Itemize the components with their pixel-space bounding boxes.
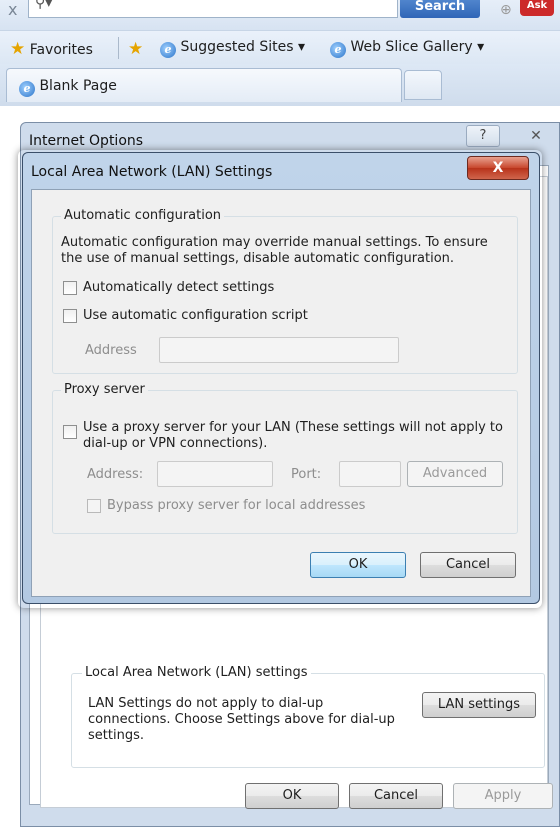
- proxy-address-label: Address:: [87, 467, 144, 482]
- favorites-bar: ★ Favorites ★ e Suggested Sites ▾ e Web …: [0, 30, 560, 64]
- toolbar-divider: [118, 37, 119, 59]
- search-toolbar: x ⚲▾ Search ⊕ Ask: [0, 0, 560, 30]
- ie-page-icon: e: [160, 42, 176, 58]
- close-icon[interactable]: ✕: [519, 125, 553, 147]
- dialog-title: Internet Options: [29, 133, 144, 149]
- group-legend: Proxy server: [61, 382, 148, 397]
- script-address-input[interactable]: [159, 337, 399, 363]
- pin-icon[interactable]: ⊕: [500, 2, 512, 18]
- cancel-button[interactable]: Cancel: [420, 552, 516, 578]
- checkbox-label: Use a proxy server for your LAN (These s…: [83, 420, 503, 451]
- checkbox-label: Bypass proxy server for local addresses: [107, 498, 366, 513]
- auto-config-description: Automatic configuration may override man…: [61, 235, 488, 266]
- proxy-server-group: Proxy server Use a proxy server for your…: [52, 382, 518, 534]
- web-slice-gallery-button[interactable]: e Web Slice Gallery ▾: [330, 39, 484, 58]
- search-icon: ⚲▾: [35, 0, 53, 11]
- new-tab-button[interactable]: [404, 70, 442, 100]
- help-button[interactable]: ?: [466, 125, 500, 147]
- favorites-button[interactable]: ★ Favorites: [10, 39, 93, 59]
- proxy-address-input[interactable]: [157, 461, 273, 487]
- checkbox-label: Use automatic configuration script: [83, 308, 308, 323]
- bypass-local-checkbox[interactable]: [87, 499, 101, 513]
- ok-button[interactable]: OK: [245, 783, 339, 809]
- ie-page-icon: e: [330, 42, 346, 58]
- search-button[interactable]: Search: [400, 0, 480, 18]
- web-slice-gallery-label: Web Slice Gallery ▾: [350, 39, 485, 55]
- add-favorites-button[interactable]: ★: [128, 39, 143, 59]
- ok-button[interactable]: OK: [310, 552, 406, 578]
- proxy-port-input[interactable]: [339, 461, 401, 487]
- automatic-configuration-group: Automatic configuration Automatic config…: [52, 208, 518, 374]
- tab-title: Blank Page: [39, 78, 117, 94]
- add-to-favorites-icon: ★: [128, 39, 144, 59]
- search-input[interactable]: ⚲▾: [28, 0, 398, 18]
- lan-settings-button[interactable]: LAN settings: [422, 692, 536, 718]
- favorites-label: Favorites: [29, 42, 93, 58]
- checkbox-label: Automatically detect settings: [83, 280, 275, 295]
- apply-button[interactable]: Apply: [453, 783, 553, 809]
- group-legend: Local Area Network (LAN) settings: [82, 665, 311, 680]
- close-button[interactable]: X: [467, 156, 529, 180]
- tab-bar: e Blank Page: [0, 64, 560, 106]
- lan-group-description: LAN Settings do not apply to dial-up con…: [88, 696, 395, 743]
- ask-logo-icon[interactable]: Ask: [520, 0, 554, 16]
- address-label: Address: [85, 343, 137, 358]
- ie-logo-icon: e: [19, 81, 35, 97]
- group-legend: Automatic configuration: [61, 208, 225, 223]
- favorites-star-icon: ★: [10, 39, 26, 59]
- port-label: Port:: [291, 467, 322, 482]
- suggested-sites-button[interactable]: e Suggested Sites ▾: [160, 39, 305, 58]
- lan-settings-group: Local Area Network (LAN) settings LAN Se…: [71, 665, 545, 768]
- tab-blank-page[interactable]: e Blank Page: [6, 68, 402, 102]
- advanced-button[interactable]: Advanced: [407, 461, 503, 487]
- dialog-body: Automatic configuration Automatic config…: [31, 189, 531, 597]
- close-search-icon[interactable]: x: [8, 0, 17, 19]
- suggested-sites-label: Suggested Sites ▾: [180, 39, 305, 55]
- cancel-button[interactable]: Cancel: [349, 783, 443, 809]
- auto-config-script-checkbox[interactable]: [63, 309, 77, 323]
- dialog-title: Local Area Network (LAN) Settings: [31, 164, 273, 180]
- lan-settings-dialog: Local Area Network (LAN) Settings X Auto…: [22, 152, 540, 604]
- auto-detect-checkbox[interactable]: [63, 281, 77, 295]
- use-proxy-checkbox[interactable]: [63, 425, 77, 439]
